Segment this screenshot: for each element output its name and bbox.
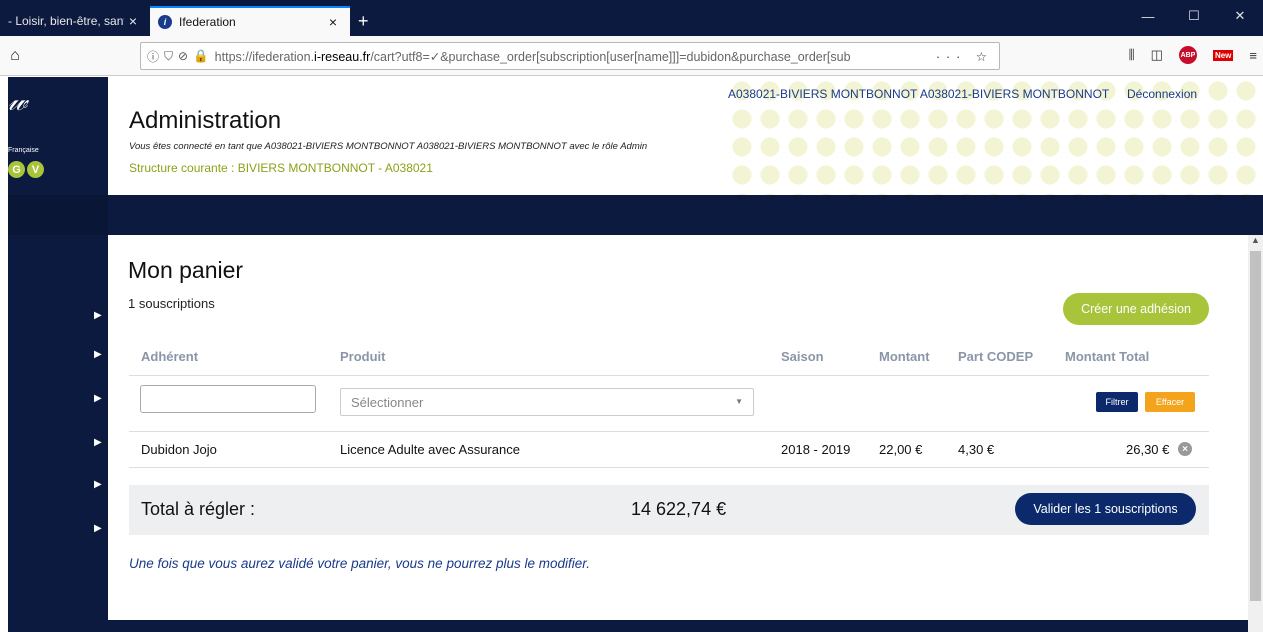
chevron-right-icon[interactable]: ▶ (94, 479, 102, 490)
filter-button[interactable]: Filtrer (1096, 392, 1138, 412)
tab-loisir[interactable]: - Loisir, bien-être, santé × (0, 6, 150, 36)
column-header: Produit (340, 349, 386, 364)
chevron-right-icon[interactable]: ▶ (94, 523, 102, 534)
column-header: Saison (781, 349, 824, 364)
close-tab-icon[interactable]: × (124, 13, 142, 29)
product-select[interactable]: Sélectionner ▼ (340, 388, 754, 416)
maximize-button[interactable]: ☐ (1171, 0, 1217, 32)
tab-ifederation[interactable]: i Ifederation × (150, 6, 350, 36)
total-box: Total à régler : 14 622,74 € Valider les… (129, 485, 1209, 535)
sidebar-strip (8, 195, 108, 235)
browser-nav-bar: ⌂ ⓘ ⛉ ⊘ 🔒 https://ifederation.i-reseau.f… (0, 36, 1263, 76)
logo-mark-icon: 𝓌 (8, 85, 28, 116)
page-title: Administration (129, 107, 282, 134)
browser-tab-bar: - Loisir, bien-être, santé × i Ifederati… (0, 0, 1263, 36)
column-header: Adhérent (141, 349, 199, 364)
url-prefix: https://ifederation. (214, 49, 315, 64)
user-link[interactable]: A038021-BIVIERS MONTBONNOT A038021-BIVIE… (728, 87, 1109, 101)
adblock-icon[interactable]: ABP (1178, 46, 1197, 64)
divider (129, 467, 1209, 468)
library-icon[interactable]: ⫼ (1129, 47, 1135, 63)
page-header: A038021-BIVIERS MONTBONNOT A038021-BIVIE… (108, 77, 1263, 195)
cart-content: Mon panier 1 souscriptions Créer une adh… (108, 235, 1248, 632)
tab-title: Ifederation (179, 15, 236, 29)
home-icon[interactable]: ⌂ (0, 47, 30, 65)
divider (129, 431, 1209, 432)
cell-member: Dubidon Jojo (141, 442, 217, 457)
cell-amount: 22,00 € (879, 442, 923, 457)
logout-link[interactable]: Déconnexion (1127, 87, 1197, 101)
total-amount: 14 622,74 € (631, 499, 727, 519)
cart-note: Une fois que vous aurez validé votre pan… (129, 556, 591, 571)
cell-codep: 4,30 € (958, 442, 995, 457)
url-text[interactable]: https://ifederation.i-reseau.fr/cart?utf… (215, 49, 926, 64)
current-structure: Structure courante : BIVIERS MONTBONNOT … (129, 161, 433, 175)
scrollbar[interactable]: ▲ (1248, 235, 1263, 632)
connected-as-text: Vous êtes connecté en tant que A038021-B… (129, 141, 648, 152)
cell-season: 2018 - 2019 (781, 442, 851, 457)
menu-icon[interactable]: ≡ (1249, 48, 1257, 63)
validate-button[interactable]: Valider les 1 souscriptions (1015, 493, 1196, 525)
column-header: Part CODEP (958, 349, 1034, 364)
chevron-right-icon[interactable]: ▶ (94, 437, 102, 448)
column-header: Montant (879, 349, 930, 364)
chevron-right-icon[interactable]: ▶ (94, 310, 102, 321)
page-footer (108, 620, 1248, 632)
minimize-button[interactable]: — (1125, 0, 1171, 32)
page-actions-icon[interactable]: ··· ☆ (936, 49, 993, 64)
select-placeholder: Sélectionner (351, 395, 424, 410)
chevron-down-icon: ▼ (735, 397, 743, 406)
column-header: Montant Total (1065, 349, 1150, 364)
scroll-thumb[interactable] (1250, 251, 1261, 601)
subscription-count: 1 souscriptions (128, 296, 215, 311)
close-window-button[interactable]: ✕ (1217, 0, 1263, 32)
sidebar-icon[interactable]: ◫ (1151, 47, 1163, 63)
tab-title: - Loisir, bien-être, santé (8, 14, 124, 28)
logo-gv: G V (8, 161, 44, 178)
logo-letter-v: V (27, 161, 44, 178)
cell-total: 26,30 € (1126, 442, 1170, 457)
total-label: Total à régler : (141, 499, 256, 519)
window-controls: — ☐ ✕ (1125, 0, 1263, 32)
toolbar-icons: ⫼ ◫ ABP New ≡ (1129, 46, 1257, 64)
address-bar[interactable]: ⓘ ⛉ ⊘ 🔒 https://ifederation.i-reseau.fr/… (140, 42, 1000, 70)
cart-title: Mon panier (128, 257, 244, 283)
scroll-up-icon[interactable]: ▲ (1251, 235, 1260, 245)
logo-letter-g: G (8, 161, 25, 178)
nav-band (108, 195, 1263, 235)
cell-product: Licence Adulte avec Assurance (340, 442, 520, 457)
chevron-right-icon[interactable]: ▶ (94, 349, 102, 360)
new-badge-icon[interactable]: New (1212, 49, 1234, 61)
url-path: /cart?utf8=✓&purchase_order[subscription… (370, 49, 851, 64)
logo-text: Française (8, 147, 39, 154)
info-icon[interactable]: ⓘ (147, 48, 159, 65)
ifederation-favicon-icon: i (158, 15, 172, 29)
remove-icon[interactable]: × (1178, 442, 1192, 456)
create-membership-button[interactable]: Créer une adhésion (1063, 293, 1209, 325)
divider (129, 375, 1209, 376)
web-page: 𝓌 Française G V ▶ ▶ ▶ ▶ ▶ ▶ A038021-BIVI… (0, 77, 1263, 632)
lock-icon: 🔒 (193, 48, 209, 63)
shield-icon[interactable]: ⛉ (164, 49, 173, 64)
left-sidebar: 𝓌 Française G V ▶ ▶ ▶ ▶ ▶ ▶ (8, 77, 108, 632)
clear-button[interactable]: Effacer (1145, 392, 1195, 412)
chevron-right-icon[interactable]: ▶ (94, 393, 102, 404)
new-tab-button[interactable]: + (358, 6, 369, 36)
url-domain: i-reseau.fr (314, 49, 371, 64)
tracking-icon[interactable]: ⊘ (178, 49, 188, 63)
close-tab-icon[interactable]: × (324, 14, 342, 30)
member-filter-input[interactable] (140, 385, 316, 413)
